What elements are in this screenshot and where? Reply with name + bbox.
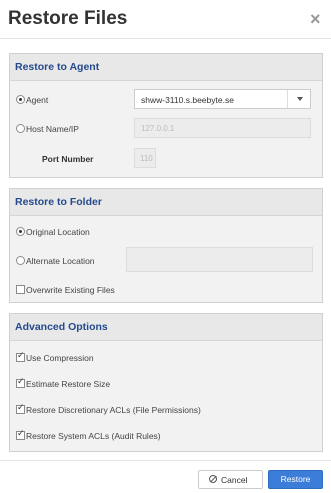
restore-to-agent-heading: Restore to Agent	[10, 54, 322, 81]
original-location-radio[interactable]	[16, 227, 25, 236]
use-compression-checkbox[interactable]	[16, 351, 25, 362]
dialog-title: Restore Files	[8, 8, 128, 29]
option-row: Use Compression	[10, 345, 322, 371]
alternate-location-radio[interactable]	[16, 256, 25, 265]
restore-button[interactable]: Restore	[268, 470, 323, 489]
discretionary-acls-label: Restore Discretionary ACLs (File Permiss…	[26, 405, 201, 415]
agent-label: Agent	[26, 95, 49, 105]
option-row: Restore System ACLs (Audit Rules)	[10, 423, 322, 449]
chevron-down-icon[interactable]	[297, 97, 303, 101]
cancel-button-label: Cancel	[221, 475, 248, 485]
restore-to-agent-panel: Restore to Agent Agent shww-3110.s.beeby…	[9, 53, 323, 178]
host-input[interactable]: 127.0.0.1	[134, 118, 311, 138]
system-acls-checkbox[interactable]	[16, 429, 25, 440]
overwrite-row: Overwrite Existing Files	[10, 277, 322, 303]
agent-select[interactable]: shww-3110.s.beebyte.se	[134, 89, 311, 109]
restore-to-folder-heading: Restore to Folder	[10, 189, 322, 216]
agent-option-row: Agent shww-3110.s.beebyte.se	[10, 87, 322, 113]
cancel-button[interactable]: Cancel	[198, 470, 263, 489]
original-location-label: Original Location	[26, 227, 90, 237]
port-input-placeholder: 110	[140, 154, 153, 163]
ban-icon	[209, 475, 217, 483]
restore-to-folder-panel: Restore to Folder Original Location Alte…	[9, 188, 323, 303]
original-location-row: Original Location	[10, 219, 322, 245]
agent-select-value: shww-3110.s.beebyte.se	[141, 95, 234, 105]
estimate-size-checkbox[interactable]	[16, 377, 25, 388]
advanced-options-panel: Advanced Options Use Compression Estimat…	[9, 313, 323, 452]
host-radio[interactable]	[16, 124, 25, 133]
estimate-size-label: Estimate Restore Size	[26, 379, 111, 389]
alternate-location-label: Alternate Location	[26, 256, 95, 266]
port-input[interactable]: 110	[134, 148, 156, 168]
host-label: Host Name/IP	[26, 124, 79, 134]
alternate-location-input[interactable]	[126, 247, 313, 272]
divider	[0, 38, 331, 39]
port-row: Port Number 110	[10, 146, 322, 172]
alternate-location-row: Alternate Location	[10, 247, 322, 273]
divider	[0, 460, 331, 461]
agent-radio[interactable]	[16, 95, 25, 104]
system-acls-label: Restore System ACLs (Audit Rules)	[26, 431, 161, 441]
select-divider	[287, 90, 288, 108]
overwrite-label: Overwrite Existing Files	[26, 285, 115, 295]
use-compression-label: Use Compression	[26, 353, 94, 363]
overwrite-checkbox[interactable]	[16, 285, 25, 294]
option-row: Estimate Restore Size	[10, 371, 322, 397]
port-label: Port Number	[42, 154, 94, 164]
close-icon[interactable]: ×	[310, 9, 321, 29]
host-option-row: Host Name/IP 127.0.0.1	[10, 116, 322, 142]
discretionary-acls-checkbox[interactable]	[16, 403, 25, 414]
host-input-placeholder: 127.0.0.1	[141, 124, 175, 133]
advanced-options-heading: Advanced Options	[10, 314, 322, 341]
option-row: Restore Discretionary ACLs (File Permiss…	[10, 397, 322, 423]
